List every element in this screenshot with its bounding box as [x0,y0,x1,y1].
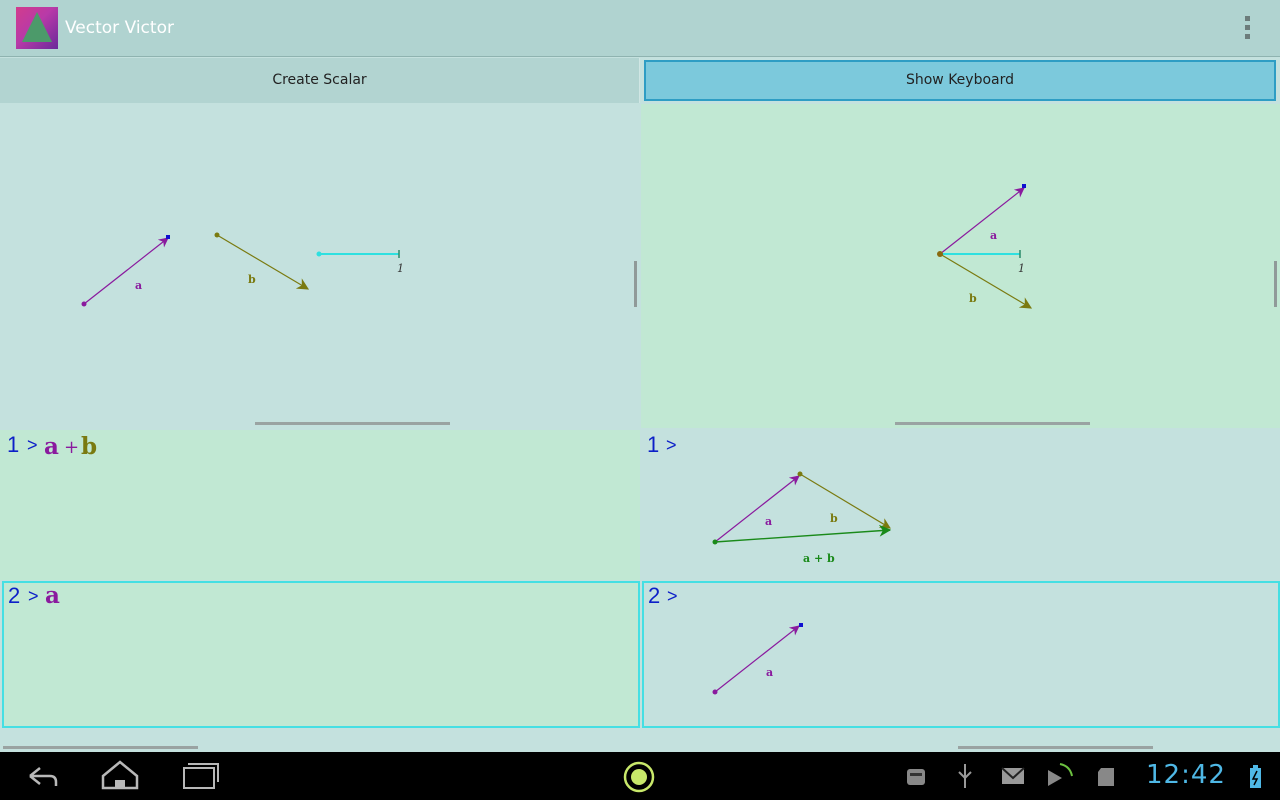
origin-point[interactable] [937,251,943,257]
canvas-right-horizontal-scrollbar[interactable] [895,422,1090,425]
result-b-label: b [830,512,838,525]
gmail-icon [1001,767,1025,784]
vector-a-label: a [135,279,142,292]
android-debug-icon [907,769,925,785]
canvas-right-vertical-scrollbar[interactable] [1274,261,1277,307]
expr-vector-a: a [45,582,60,609]
play-store-icon [1048,763,1073,786]
expr-vector-a: a [44,433,59,460]
history-input-row-1[interactable]: 1 > a + b [0,430,640,580]
vector-a[interactable] [81,235,171,307]
action-bar [0,0,1280,57]
vector-a-head-handle[interactable] [166,235,170,239]
center-launcher-icon[interactable] [623,761,655,793]
battery-charging-icon [1250,765,1261,788]
vector-a[interactable] [939,184,1026,255]
overflow-menu-icon[interactable] [1240,14,1256,42]
vector-a-tail[interactable] [81,301,87,307]
result-vector-a [714,475,800,543]
create-scalar-button[interactable]: Create Scalar [0,58,640,103]
canvas-left-vertical-scrollbar[interactable] [634,261,637,307]
scalar-unit[interactable] [316,250,400,258]
history-right-horizontal-scrollbar[interactable] [958,746,1153,749]
show-keyboard-button[interactable]: Show Keyboard [644,60,1276,101]
back-icon[interactable] [29,767,58,786]
history-input-row-2[interactable]: 2 > a [2,581,640,728]
result-vector-a [714,625,800,693]
result-vector-b [799,473,891,529]
vector-b-label: b [969,292,977,305]
vector-canvas-left[interactable]: a b 1 [0,104,639,428]
vector-a-label: a [990,229,997,242]
sd-card-icon [1098,768,1114,786]
vector-b-label: b [248,273,256,286]
prompt-symbol: > [28,586,39,606]
history-index: 2 [8,583,21,608]
result-sum-label: a + b [803,552,835,565]
vector-a-head-handle[interactable] [1022,184,1026,188]
vector-canvas-right[interactable]: a b 1 [641,104,1280,428]
status-clock: 12:42 [1146,760,1226,790]
app-title: Vector Victor [65,18,174,38]
history-left-horizontal-scrollbar[interactable] [3,746,198,749]
app-icon[interactable] [16,7,58,49]
history-result-row-2[interactable]: 2 > a [642,581,1280,728]
history-index: 1 [7,432,20,457]
system-navigation-bar [0,752,1280,800]
home-icon[interactable] [101,760,139,790]
prompt-symbol: > [27,435,38,455]
scalar-label: 1 [1018,262,1025,275]
recent-apps-icon[interactable] [183,763,219,789]
scalar-label: 1 [397,262,404,275]
usb-icon [958,764,972,788]
vector-b[interactable] [214,232,310,290]
scalar-unit[interactable] [940,250,1021,258]
expr-plus: + [64,437,80,458]
history-result-row-1[interactable]: 1 > a b a + b [641,430,1280,580]
result-a-label: a [766,666,773,679]
vector-b-tail[interactable] [214,232,220,238]
result-vector-sum [714,524,892,543]
result-a-label: a [765,515,772,528]
canvas-left-horizontal-scrollbar[interactable] [255,422,450,425]
expr-vector-b: b [81,433,98,460]
